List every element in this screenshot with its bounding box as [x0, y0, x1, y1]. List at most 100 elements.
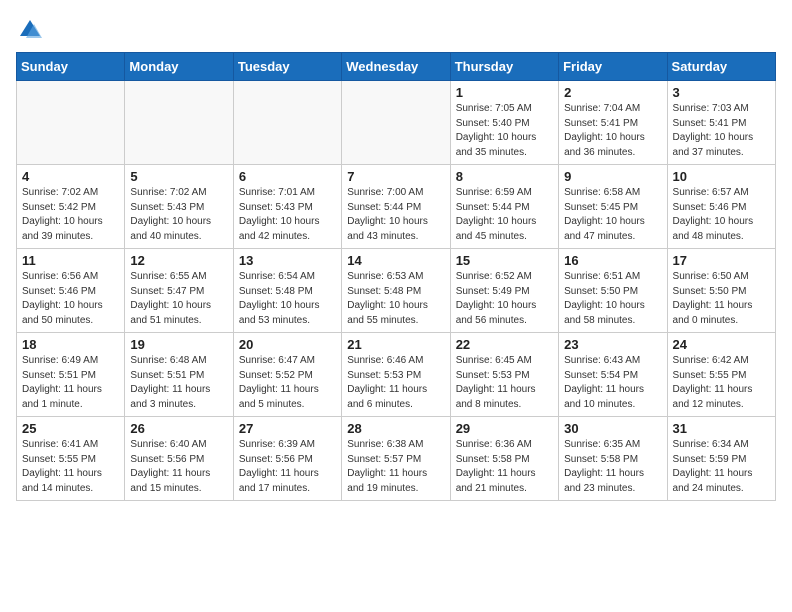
calendar-cell: 16 Sunrise: 6:51 AM Sunset: 5:50 PM Dayli…	[559, 249, 667, 333]
day-info: Sunrise: 6:54 AM Sunset: 5:48 PM Dayligh…	[239, 270, 336, 328]
calendar-cell: 11 Sunrise: 6:56 AM Sunset: 5:46 PM Dayli…	[17, 249, 125, 333]
day-info: Sunrise: 7:03 AM Sunset: 5:41 PM Dayligh…	[673, 102, 770, 160]
calendar-week-row: 4Sunrise: 7:02 AM Sunset: 5:42 PM Daylig…	[17, 165, 776, 249]
day-info: Sunrise: 7:04 AM Sunset: 5:41 PM Dayligh…	[564, 102, 661, 160]
day-number: 3	[673, 85, 770, 100]
day-info: Sunrise: 6:56 AM Sunset: 5:46 PM Dayligh…	[22, 270, 119, 328]
day-number: 9	[564, 169, 661, 184]
calendar-cell: 3 Sunrise: 7:03 AM Sunset: 5:41 PM Daylig…	[667, 81, 775, 165]
day-info: Sunrise: 6:45 AM Sunset: 5:53 PM Dayligh…	[456, 354, 553, 412]
calendar-cell	[17, 81, 125, 165]
calendar-cell: 26 Sunrise: 6:40 AM Sunset: 5:56 PM Dayli…	[125, 417, 233, 501]
day-number: 20	[239, 337, 336, 352]
day-number: 16	[564, 253, 661, 268]
day-info: Sunrise: 6:59 AM Sunset: 5:44 PM Dayligh…	[456, 186, 553, 244]
day-number: 19	[130, 337, 227, 352]
day-of-week-header: Wednesday	[342, 53, 450, 81]
day-number: 14	[347, 253, 444, 268]
day-info: Sunrise: 6:35 AM Sunset: 5:58 PM Dayligh…	[564, 438, 661, 496]
calendar-cell	[125, 81, 233, 165]
day-info: Sunrise: 6:40 AM Sunset: 5:56 PM Dayligh…	[130, 438, 227, 496]
day-info: Sunrise: 6:41 AM Sunset: 5:55 PM Dayligh…	[22, 438, 119, 496]
calendar-cell: 20 Sunrise: 6:47 AM Sunset: 5:52 PM Dayli…	[233, 333, 341, 417]
day-number: 26	[130, 421, 227, 436]
day-number: 12	[130, 253, 227, 268]
day-number: 1	[456, 85, 553, 100]
day-info: Sunrise: 6:36 AM Sunset: 5:58 PM Dayligh…	[456, 438, 553, 496]
day-number: 22	[456, 337, 553, 352]
calendar-cell: 29 Sunrise: 6:36 AM Sunset: 5:58 PM Dayli…	[450, 417, 558, 501]
day-number: 2	[564, 85, 661, 100]
day-number: 28	[347, 421, 444, 436]
day-number: 18	[22, 337, 119, 352]
calendar-cell: 25 Sunrise: 6:41 AM Sunset: 5:55 PM Dayli…	[17, 417, 125, 501]
day-info: Sunrise: 6:52 AM Sunset: 5:49 PM Dayligh…	[456, 270, 553, 328]
day-info: Sunrise: 6:42 AM Sunset: 5:55 PM Dayligh…	[673, 354, 770, 412]
calendar-cell: 27Sunrise: 6:39 AM Sunset: 5:56 PM Dayli…	[233, 417, 341, 501]
calendar-cell	[342, 81, 450, 165]
calendar-cell: 22 Sunrise: 6:45 AM Sunset: 5:53 PM Dayli…	[450, 333, 558, 417]
calendar-cell: 18 Sunrise: 6:49 AM Sunset: 5:51 PM Dayli…	[17, 333, 125, 417]
day-of-week-header: Friday	[559, 53, 667, 81]
day-of-week-header: Sunday	[17, 53, 125, 81]
calendar-cell: 14 Sunrise: 6:53 AM Sunset: 5:48 PM Dayli…	[342, 249, 450, 333]
calendar-cell: 5 Sunrise: 7:02 AM Sunset: 5:43 PM Daylig…	[125, 165, 233, 249]
calendar-cell: 28Sunrise: 6:38 AM Sunset: 5:57 PM Dayli…	[342, 417, 450, 501]
day-of-week-header: Saturday	[667, 53, 775, 81]
day-info: Sunrise: 7:02 AM Sunset: 5:43 PM Dayligh…	[130, 186, 227, 244]
day-info: Sunrise: 6:53 AM Sunset: 5:48 PM Dayligh…	[347, 270, 444, 328]
calendar-cell: 9 Sunrise: 6:58 AM Sunset: 5:45 PM Daylig…	[559, 165, 667, 249]
calendar-cell: 23Sunrise: 6:43 AM Sunset: 5:54 PM Dayli…	[559, 333, 667, 417]
day-number: 30	[564, 421, 661, 436]
day-info: Sunrise: 6:48 AM Sunset: 5:51 PM Dayligh…	[130, 354, 227, 412]
day-number: 5	[130, 169, 227, 184]
day-info: Sunrise: 6:34 AM Sunset: 5:59 PM Dayligh…	[673, 438, 770, 496]
day-info: Sunrise: 7:01 AM Sunset: 5:43 PM Dayligh…	[239, 186, 336, 244]
day-info: Sunrise: 7:02 AM Sunset: 5:42 PM Dayligh…	[22, 186, 119, 244]
calendar-cell: 15 Sunrise: 6:52 AM Sunset: 5:49 PM Dayli…	[450, 249, 558, 333]
day-info: Sunrise: 6:47 AM Sunset: 5:52 PM Dayligh…	[239, 354, 336, 412]
day-info: Sunrise: 6:43 AM Sunset: 5:54 PM Dayligh…	[564, 354, 661, 412]
calendar-cell: 10Sunrise: 6:57 AM Sunset: 5:46 PM Dayli…	[667, 165, 775, 249]
day-info: Sunrise: 6:58 AM Sunset: 5:45 PM Dayligh…	[564, 186, 661, 244]
calendar-cell: 31 Sunrise: 6:34 AM Sunset: 5:59 PM Dayli…	[667, 417, 775, 501]
calendar-cell: 1Sunrise: 7:05 AM Sunset: 5:40 PM Daylig…	[450, 81, 558, 165]
day-number: 7	[347, 169, 444, 184]
day-number: 25	[22, 421, 119, 436]
day-of-week-header: Monday	[125, 53, 233, 81]
calendar-cell: 8Sunrise: 6:59 AM Sunset: 5:44 PM Daylig…	[450, 165, 558, 249]
day-number: 24	[673, 337, 770, 352]
calendar-week-row: 18 Sunrise: 6:49 AM Sunset: 5:51 PM Dayli…	[17, 333, 776, 417]
calendar-week-row: 25 Sunrise: 6:41 AM Sunset: 5:55 PM Dayli…	[17, 417, 776, 501]
calendar-cell: 12 Sunrise: 6:55 AM Sunset: 5:47 PM Dayli…	[125, 249, 233, 333]
day-number: 17	[673, 253, 770, 268]
day-number: 29	[456, 421, 553, 436]
calendar-week-row: 1Sunrise: 7:05 AM Sunset: 5:40 PM Daylig…	[17, 81, 776, 165]
day-info: Sunrise: 6:55 AM Sunset: 5:47 PM Dayligh…	[130, 270, 227, 328]
day-of-week-header: Tuesday	[233, 53, 341, 81]
calendar-cell	[233, 81, 341, 165]
calendar-header-row: SundayMondayTuesdayWednesdayThursdayFrid…	[17, 53, 776, 81]
day-of-week-header: Thursday	[450, 53, 558, 81]
day-number: 6	[239, 169, 336, 184]
day-number: 31	[673, 421, 770, 436]
day-number: 11	[22, 253, 119, 268]
logo-icon	[16, 16, 44, 44]
day-number: 27	[239, 421, 336, 436]
page-header	[16, 16, 776, 44]
day-info: Sunrise: 6:46 AM Sunset: 5:53 PM Dayligh…	[347, 354, 444, 412]
day-info: Sunrise: 7:00 AM Sunset: 5:44 PM Dayligh…	[347, 186, 444, 244]
calendar-cell: 30 Sunrise: 6:35 AM Sunset: 5:58 PM Dayli…	[559, 417, 667, 501]
calendar-cell: 7 Sunrise: 7:00 AM Sunset: 5:44 PM Daylig…	[342, 165, 450, 249]
day-number: 13	[239, 253, 336, 268]
day-info: Sunrise: 6:57 AM Sunset: 5:46 PM Dayligh…	[673, 186, 770, 244]
calendar-cell: 24 Sunrise: 6:42 AM Sunset: 5:55 PM Dayli…	[667, 333, 775, 417]
calendar-table: SundayMondayTuesdayWednesdayThursdayFrid…	[16, 52, 776, 501]
calendar-cell: 13 Sunrise: 6:54 AM Sunset: 5:48 PM Dayli…	[233, 249, 341, 333]
day-info: Sunrise: 6:51 AM Sunset: 5:50 PM Dayligh…	[564, 270, 661, 328]
day-info: Sunrise: 6:49 AM Sunset: 5:51 PM Dayligh…	[22, 354, 119, 412]
calendar-cell: 17 Sunrise: 6:50 AM Sunset: 5:50 PM Dayli…	[667, 249, 775, 333]
day-info: Sunrise: 6:50 AM Sunset: 5:50 PM Dayligh…	[673, 270, 770, 328]
calendar-week-row: 11 Sunrise: 6:56 AM Sunset: 5:46 PM Dayli…	[17, 249, 776, 333]
day-number: 15	[456, 253, 553, 268]
